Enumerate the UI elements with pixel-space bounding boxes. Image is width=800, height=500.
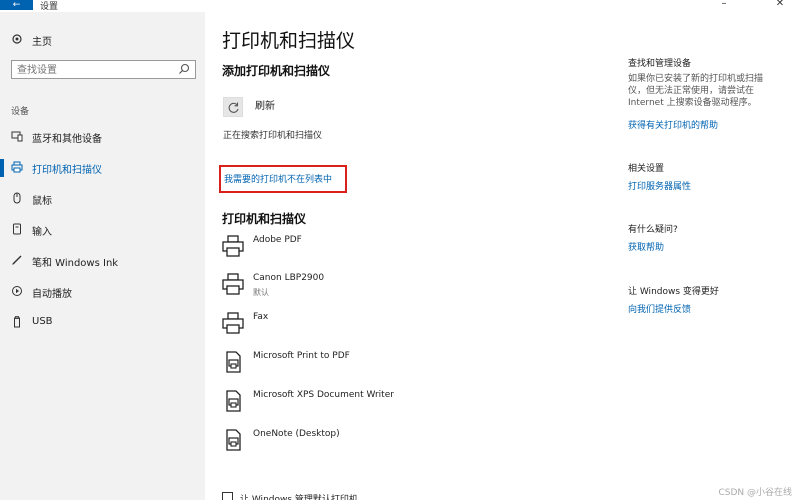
pen-icon xyxy=(12,255,22,265)
sidebar-item-label: 笔和 Windows Ink xyxy=(32,258,119,269)
sidebar-item-label: 主页 xyxy=(32,37,52,48)
back-button[interactable]: ← xyxy=(0,0,33,10)
autoplay-icon xyxy=(12,286,22,296)
question-heading: 有什么疑问? xyxy=(628,225,678,235)
checkbox-box[interactable] xyxy=(222,492,233,500)
printer-item[interactable]: Canon LBP2900 默认 xyxy=(221,272,521,306)
keyboard-icon xyxy=(13,223,21,235)
sidebar-item-label: 打印机和扫描仪 xyxy=(32,165,102,176)
get-help-link[interactable]: 获取帮助 xyxy=(628,240,664,253)
printer-icon xyxy=(222,273,244,295)
sidebar-item-home[interactable]: 主页 xyxy=(0,30,205,50)
related-settings-heading: 相关设置 xyxy=(628,164,665,174)
sidebar-item-typing[interactable]: 输入 xyxy=(0,217,205,243)
printer-name: Adobe PDF xyxy=(253,235,302,245)
printer-icon xyxy=(222,312,244,334)
refresh-icon xyxy=(228,102,239,113)
bluetooth-icon xyxy=(11,131,23,142)
home-gear-icon xyxy=(12,34,22,44)
sidebar-item-usb[interactable]: USB xyxy=(0,310,205,336)
sidebar: 主页 设备 蓝牙和其他设备 打印机和扫描仪 鼠标 xyxy=(0,12,205,500)
printer-name: OneNote (Desktop) xyxy=(253,429,340,439)
sidebar-item-label: 输入 xyxy=(32,227,52,238)
sidebar-item-label: 蓝牙和其他设备 xyxy=(32,134,102,145)
printer-list-heading: 打印机和扫描仪 xyxy=(222,212,307,226)
printer-item[interactable]: Microsoft XPS Document Writer xyxy=(221,389,521,423)
title-bar: ← 设置 – ✕ xyxy=(0,0,800,12)
printer-help-link[interactable]: 获得有关打印机的帮助 xyxy=(628,118,718,131)
usb-icon xyxy=(14,316,20,328)
printer-not-listed-link[interactable]: 我需要的打印机不在列表中 xyxy=(224,172,332,185)
active-indicator xyxy=(0,159,4,177)
sidebar-item-bluetooth[interactable]: 蓝牙和其他设备 xyxy=(0,124,205,150)
refresh-label[interactable]: 刷新 xyxy=(255,97,275,112)
printer-icon xyxy=(11,161,23,173)
improve-windows-heading: 让 Windows 变得更好 xyxy=(628,287,719,297)
add-printers-heading: 添加打印机和扫描仪 xyxy=(222,64,331,78)
sidebar-item-label: USB xyxy=(32,316,53,327)
printer-name: Fax xyxy=(253,312,269,322)
find-manage-heading: 查找和管理设备 xyxy=(628,59,692,69)
section-label-devices: 设备 xyxy=(11,107,30,117)
printer-status: 默认 xyxy=(253,288,269,297)
printer-name: Canon LBP2900 xyxy=(253,273,325,283)
document-printer-icon xyxy=(226,351,241,373)
sidebar-item-printers[interactable]: 打印机和扫描仪 xyxy=(0,155,205,181)
sidebar-item-mouse[interactable]: 鼠标 xyxy=(0,186,205,212)
printer-item[interactable]: Adobe PDF xyxy=(221,234,521,268)
close-button[interactable]: ✕ xyxy=(760,0,800,10)
find-manage-text: 如果你已安装了新的打印机或扫描仪，但无法正常使用，请尝试在 Internet 上… xyxy=(628,74,764,108)
printer-item[interactable]: OneNote (Desktop) xyxy=(221,428,521,462)
watermark: CSDN @小谷在线 xyxy=(718,488,792,498)
mouse-icon xyxy=(13,192,21,204)
feedback-link[interactable]: 向我们提供反馈 xyxy=(628,302,691,315)
checkbox-label: 让 Windows 管理默认打印机 xyxy=(240,495,358,500)
document-printer-icon xyxy=(226,390,241,412)
printer-name: Microsoft XPS Document Writer xyxy=(253,390,394,400)
refresh-button[interactable] xyxy=(223,97,243,117)
sidebar-item-pen[interactable]: 笔和 Windows Ink xyxy=(0,248,205,274)
page-title: 打印机和扫描仪 xyxy=(222,30,356,52)
search-input[interactable] xyxy=(17,63,167,77)
search-icon[interactable] xyxy=(178,63,190,75)
minimize-button[interactable]: – xyxy=(704,0,744,10)
settings-search[interactable] xyxy=(11,60,196,79)
sidebar-item-autoplay[interactable]: 自动播放 xyxy=(0,279,205,305)
sidebar-item-label: 鼠标 xyxy=(32,196,52,207)
searching-status: 正在搜索打印机和扫描仪 xyxy=(223,131,323,141)
sidebar-item-label: 自动播放 xyxy=(32,289,72,300)
document-printer-icon xyxy=(226,429,241,451)
back-arrow-icon: ← xyxy=(12,0,21,10)
printer-item[interactable]: Fax xyxy=(221,311,521,345)
printer-icon xyxy=(222,235,244,257)
app-title: 设置 xyxy=(40,2,59,12)
printer-item[interactable]: Microsoft Print to PDF xyxy=(221,350,521,384)
print-server-properties-link[interactable]: 打印服务器属性 xyxy=(628,179,691,192)
printer-name: Microsoft Print to PDF xyxy=(253,351,350,361)
